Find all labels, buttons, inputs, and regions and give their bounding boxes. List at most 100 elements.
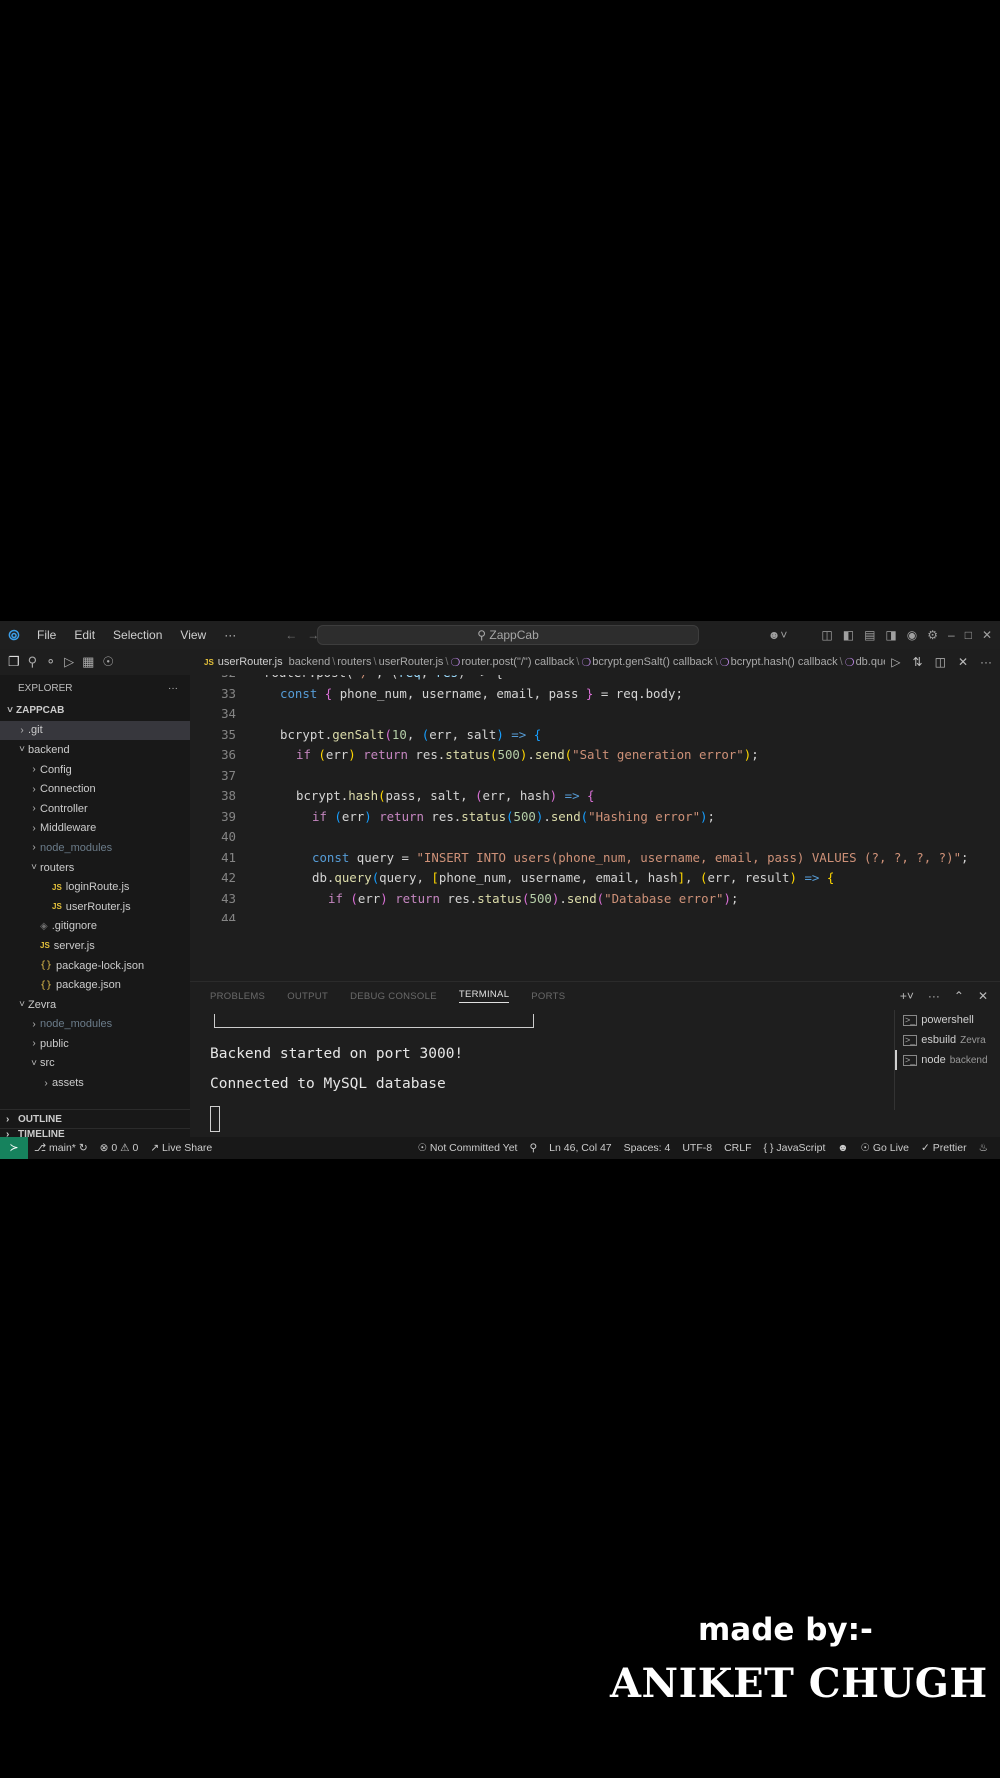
breadcrumb-router-post[interactable]: router.post("/") callback — [461, 656, 574, 668]
toggle-sidebar-icon[interactable]: ◧ — [843, 628, 854, 642]
chevron-down-icon: ˅ — [31, 1057, 37, 1069]
tree-folder[interactable]: › Middleware — [0, 819, 190, 839]
terminal-item-node[interactable]: >_ node backend — [895, 1050, 1000, 1070]
tree-folder[interactable]: ˅ routers — [0, 858, 190, 878]
tree-file[interactable]: JS server.js — [0, 936, 190, 956]
line-number: 37 — [221, 767, 236, 783]
tree-file[interactable]: ◈ .gitignore — [0, 917, 190, 937]
tree-folder[interactable]: › .git — [0, 720, 190, 741]
error-count: 0 — [111, 1142, 118, 1154]
terminal-cursor[interactable] — [210, 1106, 220, 1132]
live-share-status[interactable]: ↗ Live Share — [144, 1142, 218, 1154]
command-center-search[interactable]: ⚲ ZappCab — [317, 625, 699, 645]
remote-indicator-icon[interactable]: ≻ — [0, 1137, 28, 1159]
code-text: bcrypt.hash(pass, salt, (err, hash) => { — [296, 788, 595, 803]
menu-selection[interactable]: Selection — [104, 628, 171, 642]
prettier-status[interactable]: ✓ Prettier — [915, 1142, 973, 1154]
zoom-icon[interactable]: ⚲ — [523, 1142, 543, 1154]
accounts-icon[interactable]: ◉ — [907, 628, 917, 642]
language-status[interactable]: { } JavaScript — [758, 1142, 832, 1154]
eol-status[interactable]: CRLF — [718, 1142, 757, 1154]
terminal-folder: backend — [949, 1054, 988, 1066]
extensions-icon[interactable]: ▦ — [82, 654, 94, 670]
remote-explorer-icon[interactable]: ☉ — [102, 654, 114, 670]
tree-folder[interactable]: › Connection — [0, 779, 190, 799]
terminal-item-esbuild[interactable]: >_ esbuild Zevra — [895, 1030, 1000, 1050]
source-control-icon[interactable]: ⚬ — [45, 654, 56, 670]
menu-file[interactable]: File — [28, 628, 65, 642]
go-live-status[interactable]: ☉ Go Live — [854, 1142, 915, 1154]
tree-folder[interactable]: ˅ Zevra — [0, 995, 190, 1015]
status-bar-right: ☉ Not Committed Yet ⚲ Ln 46, Col 47 Spac… — [412, 1137, 994, 1159]
new-terminal-icon[interactable]: +˅ — [900, 989, 914, 1003]
tree-folder[interactable]: ˅ backend — [0, 740, 190, 760]
gear-icon[interactable]: ⚙ — [927, 628, 938, 642]
symbol-method-icon: ❍ — [719, 656, 730, 669]
breadcrumb-gensalt[interactable]: bcrypt.genSalt() callback — [592, 656, 712, 668]
layout-icon[interactable]: ◫ — [821, 628, 832, 642]
tree-folder[interactable]: › Controller — [0, 799, 190, 819]
tree-folder[interactable]: › node_modules — [0, 838, 190, 858]
explorer-icon[interactable]: ❐ — [8, 654, 20, 670]
tab-terminal[interactable]: TERMINAL — [458, 989, 510, 1003]
close-icon[interactable]: ✕ — [982, 628, 992, 642]
tree-folder[interactable]: ˅ src — [0, 1054, 190, 1074]
breadcrumb-routers[interactable]: routers — [337, 656, 371, 668]
branch-status[interactable]: ⎇ main* ↻ — [28, 1142, 94, 1154]
copilot-status-icon[interactable]: ☻ — [831, 1142, 854, 1154]
breadcrumb-hash[interactable]: bcrypt.hash() callback — [731, 656, 838, 668]
line-number: 35 — [221, 726, 236, 742]
more-actions-icon[interactable]: ··· — [980, 655, 992, 669]
code-line: 43 if (err) return res.status(500).send("… — [190, 889, 1000, 909]
encoding-status[interactable]: UTF-8 — [676, 1142, 718, 1154]
indentation-status[interactable]: Spaces: 4 — [618, 1142, 677, 1154]
cursor-position[interactable]: Ln 46, Col 47 — [543, 1142, 617, 1154]
vscode-window: ⦾ File Edit Selection View ··· ←→ ⚲ Zapp… — [0, 621, 1000, 1159]
blame-status[interactable]: ☉ Not Committed Yet — [412, 1142, 524, 1154]
minimize-icon[interactable]: – — [948, 628, 955, 642]
terminal-item-powershell[interactable]: >_ powershell — [895, 1010, 1000, 1030]
menu-more[interactable]: ··· — [215, 628, 245, 642]
menu-edit[interactable]: Edit — [65, 628, 104, 642]
toggle-secondary-sidebar-icon[interactable]: ◨ — [885, 628, 896, 642]
tree-folder[interactable]: › node_modules — [0, 1015, 190, 1035]
split-editor-icon[interactable]: ◫ — [935, 655, 946, 669]
tree-file[interactable]: {} package-lock.json — [0, 956, 190, 976]
tree-file[interactable]: {} package.json — [0, 975, 190, 995]
tree-folder[interactable]: › Config — [0, 760, 190, 780]
compare-changes-icon[interactable]: ⇅ — [913, 655, 923, 669]
terminal-name: esbuild — [921, 1034, 957, 1046]
tree-folder[interactable]: › assets — [0, 1073, 190, 1093]
code-editor[interactable]: 32router.post("/", (req, res) => {33cons… — [190, 675, 1000, 921]
copilot-icon[interactable]: ☻˅ — [768, 628, 788, 642]
outline-section[interactable]: › OUTLINE — [0, 1109, 190, 1128]
close-panel-icon[interactable]: ✕ — [978, 989, 988, 1003]
tab-userrouter[interactable]: userRouter.js — [218, 656, 283, 668]
tab-output[interactable]: OUTPUT — [287, 991, 328, 1002]
maximize-icon[interactable]: □ — [965, 628, 972, 642]
run-debug-icon[interactable]: ▷ — [64, 654, 74, 670]
tree-file[interactable]: JS userRouter.js — [0, 897, 190, 917]
more-actions-icon[interactable]: ··· — [168, 683, 178, 694]
breadcrumb-backend[interactable]: backend — [289, 656, 331, 668]
bell-icon[interactable]: ♨ — [973, 1142, 994, 1154]
code-line: 39 if (err) return res.status(500).send("… — [190, 807, 1000, 827]
more-actions-icon[interactable]: ··· — [928, 989, 940, 1003]
bottom-panel: PROBLEMS OUTPUT DEBUG CONSOLE TERMINAL P… — [190, 981, 1000, 1137]
menu-view[interactable]: View — [171, 628, 215, 642]
js-file-icon: JS — [52, 902, 62, 912]
tab-debug-console[interactable]: DEBUG CONSOLE — [350, 991, 437, 1002]
search-view-icon[interactable]: ⚲ — [28, 654, 38, 670]
tree-folder[interactable]: › public — [0, 1034, 190, 1054]
maximize-panel-icon[interactable]: ⌃ — [954, 989, 964, 1003]
tree-file[interactable]: JS loginRoute.js — [0, 877, 190, 897]
problems-status[interactable]: ⊗ 0 ⚠ 0 — [94, 1142, 145, 1154]
toggle-panel-icon[interactable]: ▤ — [864, 628, 875, 642]
close-tab-icon[interactable]: ✕ — [958, 655, 968, 669]
tab-ports[interactable]: PORTS — [531, 991, 565, 1002]
run-icon[interactable]: ▷ — [891, 655, 900, 669]
tab-problems[interactable]: PROBLEMS — [210, 991, 265, 1002]
breadcrumb-file[interactable]: userRouter.js — [379, 656, 444, 668]
chevron-right-icon: › — [32, 842, 36, 854]
workspace-root[interactable]: ˅ ZAPPCAB — [0, 701, 190, 721]
